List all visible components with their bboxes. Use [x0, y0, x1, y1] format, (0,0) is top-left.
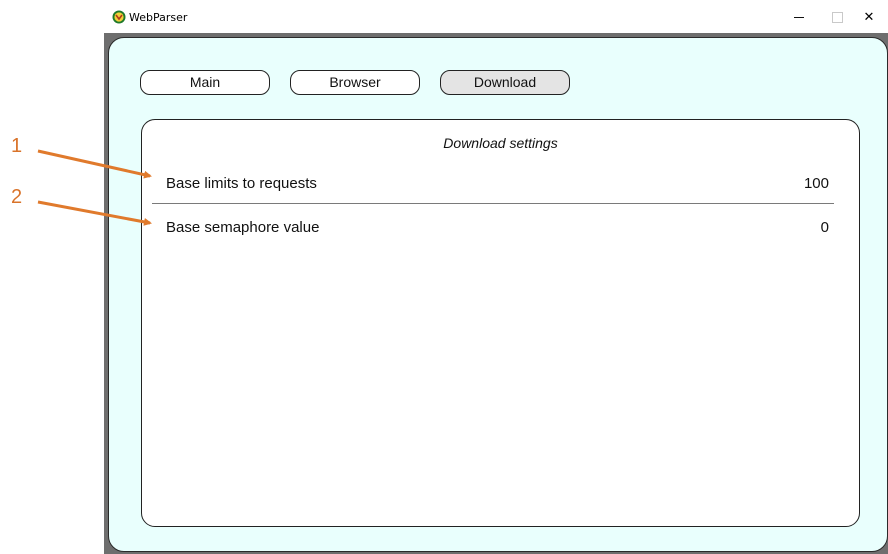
app-client-area: Main Browser Download Download settings … [108, 37, 888, 552]
minimize-button[interactable] [787, 8, 809, 26]
window-title: WebParser [129, 11, 188, 24]
window-frame: Main Browser Download Download settings … [104, 33, 888, 554]
base-semaphore-value[interactable]: 0 [821, 219, 829, 236]
annotation-number-1: 1 [11, 135, 23, 157]
divider [152, 203, 834, 204]
base-semaphore-label: Base semaphore value [166, 219, 320, 236]
minimize-icon [794, 17, 804, 18]
maximize-icon [832, 12, 843, 23]
tab-browser[interactable]: Browser [290, 70, 420, 95]
annotation-number-2: 2 [11, 186, 23, 208]
close-icon: ✕ [863, 9, 875, 24]
base-limits-value[interactable]: 100 [804, 175, 829, 192]
title-bar: WebParser ✕ [104, 0, 888, 33]
base-limits-label: Base limits to requests [166, 175, 317, 192]
tab-main[interactable]: Main [140, 70, 270, 95]
maximize-button[interactable] [825, 8, 847, 26]
panel-title: Download settings [443, 135, 558, 151]
tab-download[interactable]: Download [440, 70, 570, 95]
screenshot-root: WebParser ✕ Main Browser Download Downlo… [0, 0, 888, 554]
webparser-app-icon [112, 10, 126, 24]
download-settings-panel: Download settings Base limits to request… [141, 119, 860, 527]
close-button[interactable]: ✕ [858, 8, 880, 26]
